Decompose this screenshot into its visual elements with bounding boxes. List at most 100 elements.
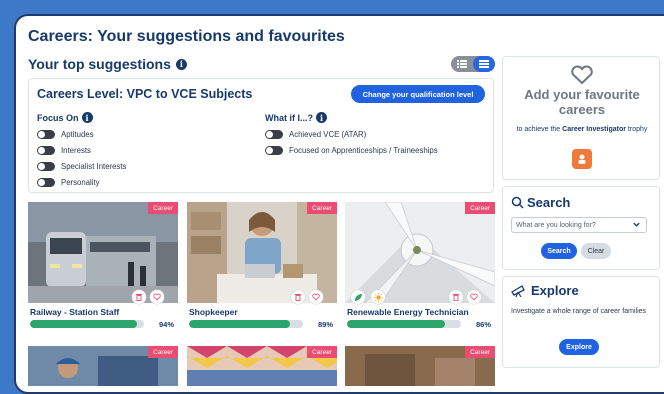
toggle-switch-icon[interactable] bbox=[265, 129, 283, 139]
favourite-button[interactable] bbox=[309, 290, 323, 304]
explore-panel: Explore Investigate a whole range of car… bbox=[502, 276, 660, 368]
search-button[interactable]: Search bbox=[541, 243, 577, 259]
eco-badge bbox=[351, 290, 365, 304]
remove-button[interactable] bbox=[291, 290, 305, 304]
view-toggle[interactable] bbox=[451, 56, 495, 72]
career-image-shopkeeper bbox=[187, 202, 337, 303]
toggle-personality[interactable]: Personality bbox=[37, 174, 126, 190]
heart-icon bbox=[470, 293, 478, 301]
match-percent: 89% bbox=[317, 320, 333, 329]
match-bar bbox=[347, 320, 461, 328]
career-image-train-station bbox=[28, 202, 178, 303]
toggle-switch-icon[interactable] bbox=[37, 177, 55, 187]
toggle-label: Aptitudes bbox=[61, 129, 94, 139]
career-card-partial[interactable]: Career bbox=[28, 346, 178, 386]
info-icon[interactable]: i bbox=[175, 58, 187, 70]
career-tag: Career bbox=[148, 202, 178, 214]
focus-on-label: Focus On bbox=[37, 112, 79, 123]
level-title: Careers Level: VPC to VCE Subjects bbox=[37, 87, 253, 101]
career-tag: Career bbox=[148, 346, 178, 358]
toggle-switch-icon[interactable] bbox=[37, 161, 55, 171]
explore-heading: Explore bbox=[511, 283, 579, 298]
telescope-icon bbox=[511, 285, 525, 297]
investigator-icon bbox=[578, 154, 586, 164]
toggle-label: Personality bbox=[61, 177, 100, 187]
career-card[interactable]: Career Shopkeeper 89% bbox=[187, 202, 337, 336]
career-card-partial[interactable]: Career bbox=[187, 346, 337, 386]
clear-button[interactable]: Clear bbox=[581, 243, 611, 259]
match-percent: 94% bbox=[158, 320, 174, 329]
page-title: Careers: Your suggestions and favourites bbox=[28, 28, 345, 45]
match-bar-fill bbox=[189, 320, 291, 328]
search-panel: Search What are you looking for? Search … bbox=[502, 186, 660, 270]
toggle-label: Specialist Interests bbox=[61, 161, 127, 171]
match-bar bbox=[189, 320, 303, 328]
heart-icon bbox=[153, 293, 161, 301]
career-image-wind-turbine bbox=[345, 202, 495, 303]
explore-text: Investigate a whole range of career fami… bbox=[511, 308, 647, 315]
what-if-heading: What if I...? i bbox=[265, 112, 438, 123]
career-card-partial[interactable]: Career bbox=[345, 346, 495, 386]
career-card[interactable]: Career Railway - Station Staff 94% bbox=[28, 202, 178, 336]
toggle-switch-icon[interactable] bbox=[37, 145, 55, 155]
heart-outline-icon bbox=[571, 65, 593, 85]
toggle-aptitudes[interactable]: Aptitudes bbox=[37, 126, 126, 142]
match-bar-fill bbox=[347, 320, 446, 328]
favourites-sub-before: to achieve the bbox=[516, 126, 561, 133]
suggestions-title: Your top suggestions bbox=[28, 56, 171, 72]
main-frame: Careers: Your suggestions and favourites… bbox=[14, 14, 664, 394]
list-icon bbox=[457, 60, 467, 68]
match-percent: 86% bbox=[475, 320, 491, 329]
toggle-interests[interactable]: Interests bbox=[37, 142, 126, 158]
search-title: Search bbox=[527, 195, 571, 210]
level-panel: Careers Level: VPC to VCE Subjects Chang… bbox=[28, 78, 494, 193]
trash-icon bbox=[136, 294, 142, 301]
career-card[interactable]: Career Renewable Energy Technician 86% bbox=[345, 202, 495, 336]
favourite-button[interactable] bbox=[467, 290, 481, 304]
career-tag: Career bbox=[465, 346, 495, 358]
toggle-switch-icon[interactable] bbox=[265, 145, 283, 155]
search-select[interactable]: What are you looking for? bbox=[511, 217, 647, 233]
career-tag: Career bbox=[307, 346, 337, 358]
favourites-panel: Add your favourite careers to achieve th… bbox=[502, 56, 660, 180]
suggestions-heading: Your top suggestions i bbox=[28, 56, 187, 72]
remove-button[interactable] bbox=[132, 290, 146, 304]
remove-button[interactable] bbox=[449, 290, 463, 304]
career-name[interactable]: Shopkeeper bbox=[189, 307, 238, 317]
explore-button[interactable]: Explore bbox=[559, 339, 599, 355]
grid-view-button[interactable] bbox=[473, 56, 495, 72]
toggle-switch-icon[interactable] bbox=[37, 129, 55, 139]
list-view-button[interactable] bbox=[451, 56, 473, 72]
toggle-label: Interests bbox=[61, 145, 91, 155]
favourites-sub-after: trophy bbox=[627, 126, 648, 133]
chevron-down-icon bbox=[633, 222, 640, 227]
toggle-specialist-interests[interactable]: Specialist Interests bbox=[37, 158, 126, 174]
search-placeholder: What are you looking for? bbox=[516, 221, 596, 229]
heart-icon bbox=[312, 293, 320, 301]
focus-on-group: Focus On i Aptitudes Interests Specialis… bbox=[37, 112, 126, 190]
leaf-icon bbox=[354, 293, 362, 301]
career-tag: Career bbox=[307, 202, 337, 214]
search-icon bbox=[511, 196, 524, 209]
trending-badge bbox=[371, 290, 385, 304]
match-bar bbox=[30, 320, 144, 328]
what-if-group: What if I...? i Achieved VCE (ATAR) Focu… bbox=[265, 112, 438, 158]
favourites-title: Add your favourite careers bbox=[524, 87, 640, 117]
what-if-label: What if I...? bbox=[265, 112, 313, 123]
career-name[interactable]: Railway - Station Staff bbox=[30, 307, 119, 317]
favourite-button[interactable] bbox=[150, 290, 164, 304]
sun-icon bbox=[373, 292, 383, 302]
change-qualification-button[interactable]: Change your qualification level bbox=[351, 85, 485, 103]
favourites-subtitle: to achieve the Career Investigator troph… bbox=[503, 125, 661, 135]
career-tag: Career bbox=[465, 202, 495, 214]
career-name[interactable]: Renewable Energy Technician bbox=[347, 307, 469, 317]
toggle-achieved-vce[interactable]: Achieved VCE (ATAR) bbox=[265, 126, 438, 142]
toggle-apprenticeships[interactable]: Focused on Apprenticeships / Traineeship… bbox=[265, 142, 438, 158]
favourites-trophy-name: Career Investigator bbox=[562, 126, 626, 133]
match-bar-fill bbox=[30, 320, 138, 328]
info-icon[interactable]: i bbox=[316, 112, 327, 123]
info-icon[interactable]: i bbox=[81, 112, 93, 123]
search-heading: Search bbox=[511, 195, 570, 210]
toggle-label: Focused on Apprenticeships / Traineeship… bbox=[289, 145, 438, 155]
focus-on-heading: Focus On i bbox=[37, 112, 126, 123]
